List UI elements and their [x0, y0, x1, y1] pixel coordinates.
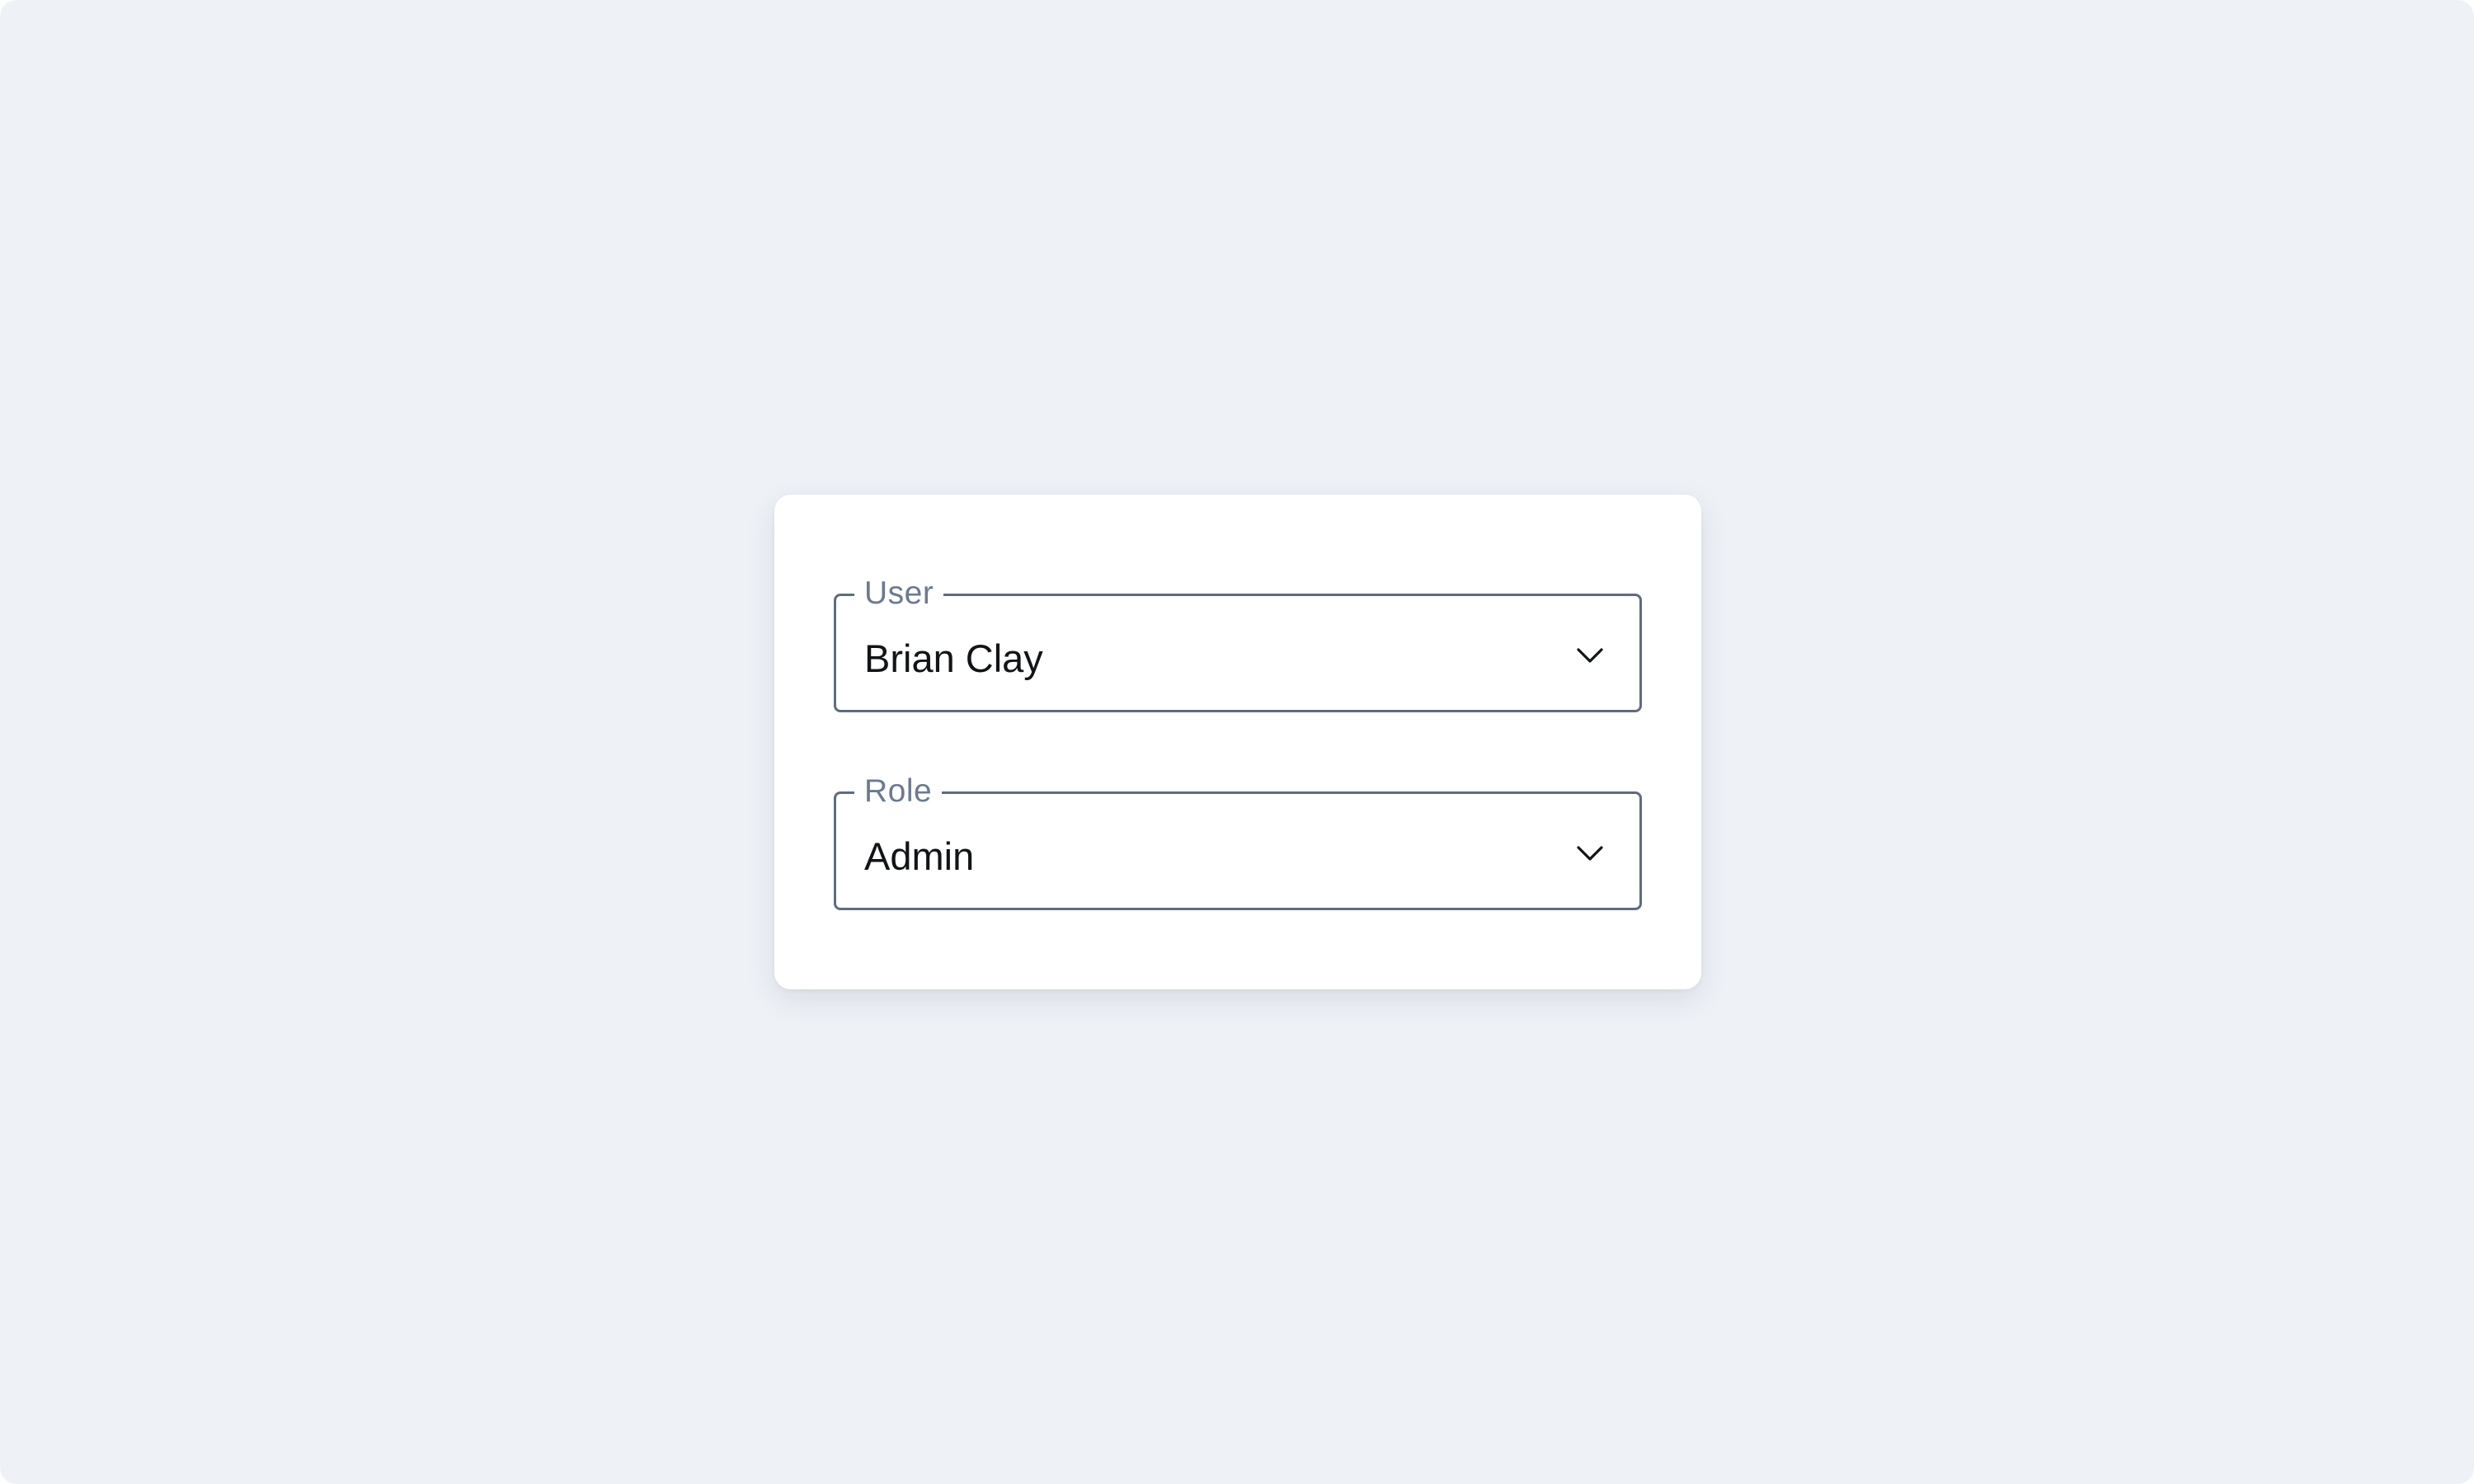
chevron-down-icon-graphic: [1577, 846, 1603, 861]
role-selected-value: Admin: [864, 834, 975, 878]
role-label: Role: [854, 771, 943, 812]
page-background: User Brian Clay Role Admin: [0, 0, 2474, 1484]
chevron-down-icon[interactable]: [1575, 641, 1605, 670]
role-select-field[interactable]: Role Admin: [834, 771, 1642, 910]
user-select[interactable]: User Brian Clay: [834, 573, 1642, 712]
chevron-down-icon[interactable]: [1575, 838, 1605, 868]
user-selected-value: Brian Clay: [864, 636, 1043, 680]
chevron-down-icon-graphic: [1577, 648, 1603, 663]
user-select-field[interactable]: User Brian Clay: [834, 573, 1642, 712]
form-card: User Brian Clay Role Admin: [774, 495, 1701, 989]
user-label: User: [854, 573, 944, 614]
role-select[interactable]: Role Admin: [834, 771, 1642, 910]
